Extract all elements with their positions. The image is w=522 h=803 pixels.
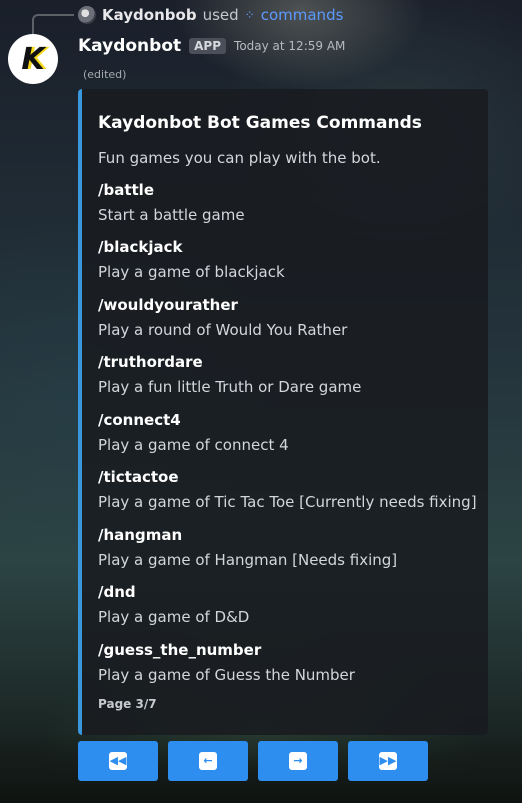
embed-card: Kaydonbot Bot Games Commands Fun games y… bbox=[78, 89, 488, 735]
field-name: /guess_the_number bbox=[98, 641, 262, 659]
embed-field: /dnd Play a game of D&D bbox=[98, 581, 483, 628]
embed-field: /wouldyourather Play a round of Would Yo… bbox=[98, 294, 483, 341]
next-page-icon: → bbox=[289, 752, 307, 770]
embed-field: /tictactoe Play a game of Tic Tac Toe [C… bbox=[98, 466, 483, 513]
field-name: /tictactoe bbox=[98, 468, 179, 486]
reply-reference[interactable]: Kaydonbob used ⁘ commands bbox=[78, 5, 343, 25]
slash-command-icon: ⁘ bbox=[244, 8, 255, 22]
next-page-button[interactable]: → bbox=[258, 741, 338, 781]
pagination-buttons: ◀◀ ← → ▶▶ bbox=[78, 741, 428, 781]
field-value: Start a battle game bbox=[98, 206, 245, 224]
message-header: Kaydonbot APP Today at 12:59 AM bbox=[78, 34, 345, 58]
author-name[interactable]: Kaydonbot bbox=[78, 36, 181, 56]
reply-used-label: used bbox=[202, 6, 239, 24]
bot-logo: K bbox=[21, 41, 45, 77]
field-value: Play a game of blackjack bbox=[98, 263, 285, 281]
embed-footer: Page 3/7 bbox=[98, 697, 157, 711]
reply-connector bbox=[32, 14, 74, 36]
field-value: Play a round of Would You Rather bbox=[98, 321, 348, 339]
embed-field: /truthordare Play a fun little Truth or … bbox=[98, 351, 483, 398]
last-page-button[interactable]: ▶▶ bbox=[348, 741, 428, 781]
edited-label: (edited) bbox=[83, 68, 127, 81]
field-name: /wouldyourather bbox=[98, 296, 238, 314]
field-name: /hangman bbox=[98, 526, 183, 544]
field-name: /connect4 bbox=[98, 411, 181, 429]
previous-page-button[interactable]: ← bbox=[168, 741, 248, 781]
last-page-icon: ▶▶ bbox=[379, 752, 397, 770]
field-name: /blackjack bbox=[98, 238, 183, 256]
previous-page-icon: ← bbox=[199, 752, 217, 770]
embed-field: /hangman Play a game of Hangman [Needs f… bbox=[98, 524, 483, 571]
embed-field: /blackjack Play a game of blackjack bbox=[98, 236, 483, 283]
field-value: Play a game of connect 4 bbox=[98, 436, 289, 454]
reply-username[interactable]: Kaydonbob bbox=[102, 6, 197, 24]
embed-title: Kaydonbot Bot Games Commands bbox=[98, 113, 422, 133]
embed-field: /guess_the_number Play a game of Guess t… bbox=[98, 639, 483, 686]
field-value: Play a fun little Truth or Dare game bbox=[98, 378, 362, 396]
embed-description: Fun games you can play with the bot. bbox=[98, 149, 381, 167]
embed-field: /connect4 Play a game of connect 4 bbox=[98, 409, 483, 456]
field-value: Play a game of Guess the Number bbox=[98, 666, 355, 684]
field-name: /dnd bbox=[98, 583, 136, 601]
field-value: Play a game of D&D bbox=[98, 608, 250, 626]
field-name: /truthordare bbox=[98, 353, 203, 371]
first-page-button[interactable]: ◀◀ bbox=[78, 741, 158, 781]
embed-field: /battle Start a battle game bbox=[98, 179, 483, 226]
message-timestamp[interactable]: Today at 12:59 AM bbox=[234, 39, 345, 53]
bot-avatar[interactable]: K bbox=[8, 34, 58, 84]
first-page-icon: ◀◀ bbox=[109, 752, 127, 770]
reply-command-link[interactable]: commands bbox=[261, 6, 344, 24]
field-name: /battle bbox=[98, 181, 154, 199]
reply-avatar[interactable] bbox=[78, 6, 96, 24]
field-value: Play a game of Tic Tac Toe [Currently ne… bbox=[98, 493, 477, 511]
field-value: Play a game of Hangman [Needs fixing] bbox=[98, 551, 398, 569]
app-badge: APP bbox=[189, 38, 227, 54]
